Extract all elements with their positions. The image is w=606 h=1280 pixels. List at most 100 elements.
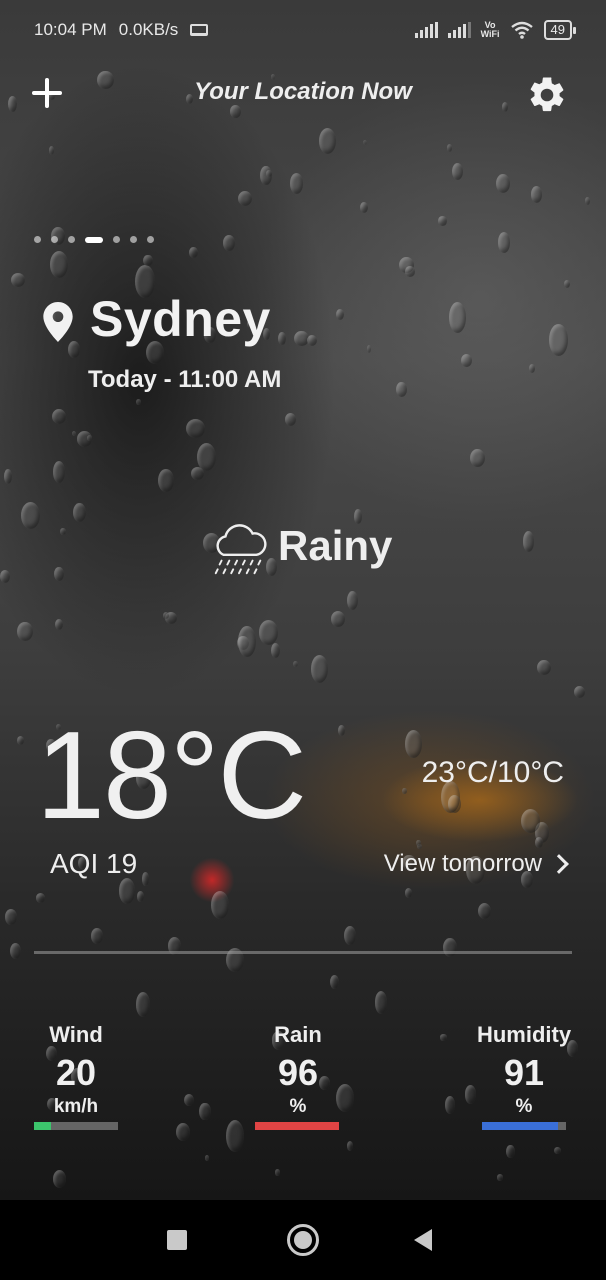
raindrop [306, 334, 317, 346]
raindrop [563, 279, 570, 288]
signal-2-icon [447, 22, 471, 38]
raindrop [52, 1169, 67, 1188]
stat-label: Humidity [476, 1022, 572, 1047]
humidity-level-fill [482, 1122, 559, 1130]
raindrop [330, 610, 346, 628]
raindrop [52, 461, 66, 484]
rain-level-fill [255, 1122, 339, 1130]
gear-icon [530, 77, 564, 112]
raindrop [335, 309, 344, 321]
raindrop [158, 468, 174, 493]
raindrop [520, 809, 541, 833]
raindrop [4, 909, 17, 925]
raindrop [135, 398, 141, 406]
stat-value: 96 [277, 1052, 319, 1093]
stat-value: 91 [503, 1052, 545, 1093]
page-indicator [34, 236, 154, 243]
stat-label: Rain [274, 1022, 322, 1047]
wind-level-fill [34, 1122, 51, 1130]
high-low-temperature: 23°C/10°C [421, 756, 564, 789]
raindrop [573, 685, 585, 698]
raindrop [52, 408, 66, 424]
raindrop [199, 1102, 211, 1121]
back-button[interactable] [414, 1229, 432, 1251]
raindrop [223, 235, 235, 251]
wifi-icon [510, 21, 533, 39]
raindrop [135, 991, 151, 1017]
raindrop [76, 431, 92, 447]
recents-button[interactable] [167, 1230, 187, 1250]
raindrop [496, 1174, 504, 1181]
raindrop [477, 902, 491, 919]
raindrop [346, 590, 358, 610]
raindrop [289, 173, 304, 194]
raindrop [448, 301, 466, 333]
system-nav-bar [0, 1200, 606, 1280]
raindrop [183, 1094, 195, 1107]
rain-level-bar [255, 1122, 339, 1130]
raindrop [17, 621, 33, 642]
raindrop [143, 254, 153, 267]
raindrop [141, 871, 150, 886]
raindrop [584, 197, 590, 205]
view-tomorrow-link[interactable]: View tomorrow [384, 850, 569, 878]
raindrop [284, 412, 297, 426]
raindrop [118, 878, 136, 904]
raindrop [438, 216, 447, 227]
home-button[interactable] [287, 1224, 319, 1256]
humidity-level-bar [482, 1122, 566, 1130]
current-temperature: 18°C [36, 707, 307, 845]
settings-button[interactable] [526, 74, 568, 116]
city-name: Sydney [90, 291, 271, 347]
status-speed: 0.0KB/s [118, 20, 179, 39]
raindrop [17, 736, 25, 746]
raindrop [401, 788, 407, 795]
vowifi-icon: Vo WiFi [481, 21, 500, 39]
raindrop [176, 1123, 191, 1142]
page-dot [147, 236, 154, 243]
air-quality-index: AQI 19 [50, 848, 138, 879]
status-bar: 10:04 PM 0.0KB/s Vo WiFi 49 [0, 0, 606, 60]
raindrop [440, 1034, 447, 1041]
raindrop [416, 839, 421, 847]
status-time: 10:04 PM [34, 20, 107, 39]
raindrop [72, 431, 77, 437]
raindrop [528, 363, 535, 374]
raindrop [522, 531, 535, 552]
weather-screen: 10:04 PM 0.0KB/s Vo WiFi 49 Your Location… [0, 0, 606, 1200]
raindrop [20, 501, 41, 530]
page-dot [68, 236, 75, 243]
page-dot-active [85, 236, 103, 243]
raindrop [318, 128, 336, 154]
raindrop [137, 891, 145, 902]
raindrop [186, 419, 206, 439]
raindrop [196, 442, 217, 472]
page-dot [51, 236, 58, 243]
raindrop [90, 927, 104, 944]
raindrop [442, 938, 458, 958]
raindrop [0, 570, 11, 583]
raindrop [396, 381, 408, 398]
raindrop [50, 251, 69, 278]
page-dot [34, 236, 41, 243]
raindrop [329, 974, 340, 990]
signal-icon [414, 22, 438, 38]
raindrop [446, 144, 453, 152]
raindrop [404, 888, 413, 899]
divider [34, 951, 572, 954]
raindrop [554, 1146, 561, 1154]
raindrop [293, 661, 298, 668]
laptop-icon [190, 24, 209, 36]
raindrop [347, 1140, 354, 1151]
raindrop [338, 725, 345, 737]
raindrop [360, 202, 369, 214]
raindrop [405, 730, 423, 759]
battery-indicator: 49 [543, 20, 577, 40]
raindrop [238, 626, 256, 658]
raindrop [531, 186, 543, 203]
stat-unit: % [515, 1096, 533, 1117]
raindrop [534, 836, 544, 849]
raindrop [506, 1144, 515, 1159]
raindrop [311, 655, 329, 683]
chevron-right-icon [549, 854, 569, 874]
